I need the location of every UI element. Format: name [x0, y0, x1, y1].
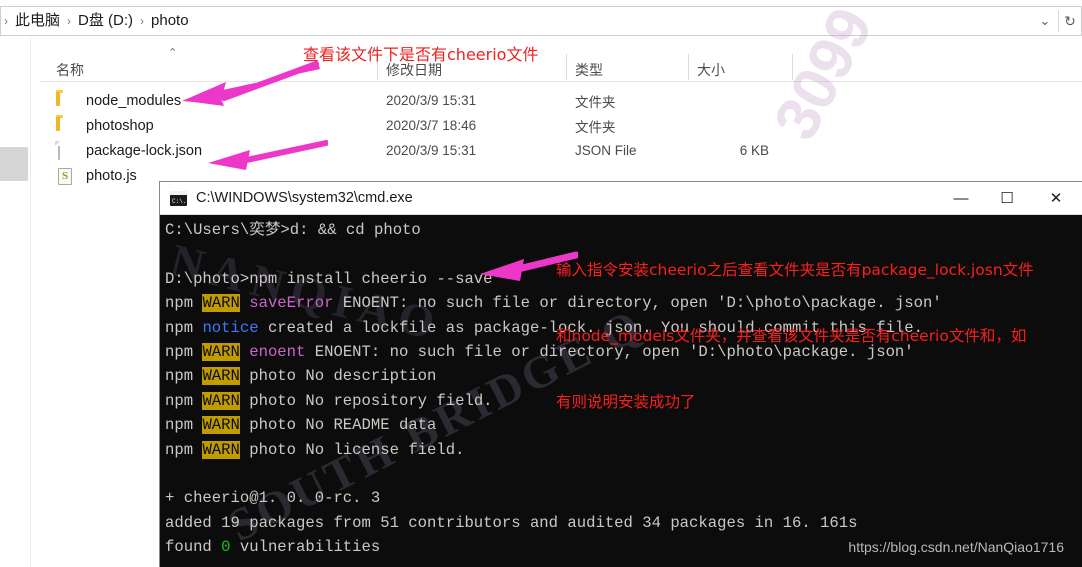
- file-type-cell: 文件夹: [575, 119, 616, 135]
- console-token-warn: WARN: [202, 391, 240, 410]
- console-token: photo No repository field.: [239, 391, 493, 410]
- console-token: photo No license field.: [239, 440, 465, 459]
- refresh-icon[interactable]: ↻: [1059, 7, 1081, 35]
- folder-icon: [56, 117, 78, 135]
- file-date-cell: 2020/3/9 15:31: [386, 143, 477, 158]
- annotation-top-note: 查看该文件下是否有cheerio文件: [303, 45, 539, 64]
- sort-ascending-caret-icon: ⌃: [168, 47, 178, 59]
- console-token: photo No description: [239, 367, 437, 386]
- address-bar[interactable]: › 此电脑 › D盘 (D:) › photo ⌄ ↻: [0, 6, 1082, 36]
- column-header-size[interactable]: 大小: [689, 50, 793, 82]
- console-token-warn: WARN: [202, 416, 240, 435]
- address-bar-right-controls: ⌄ ↻: [1032, 7, 1081, 35]
- folder-icon: [56, 92, 78, 110]
- minimize-button[interactable]: —: [938, 182, 984, 215]
- console-token-warn: WARN: [202, 294, 240, 313]
- console-token-mag: saveError: [249, 294, 334, 313]
- file-size-cell: 6 KB: [739, 143, 769, 158]
- console-token: D:\photo>npm install cheerio --save: [165, 269, 493, 288]
- column-header-size-label: 大小: [697, 62, 725, 78]
- column-divider[interactable]: [792, 54, 793, 80]
- close-button[interactable]: ✕: [1030, 182, 1082, 215]
- file-type-cell: JSON File: [575, 143, 637, 158]
- cmd-app-icon: C:\.: [170, 190, 187, 206]
- js-file-icon: S: [56, 167, 78, 185]
- console-token: npm: [165, 416, 203, 435]
- console-token: npm: [165, 294, 203, 313]
- file-name-label: photo.js: [86, 167, 137, 184]
- console-token-warn: WARN: [202, 440, 240, 459]
- console-token: added 19 packages from 51 contributors a…: [165, 513, 858, 532]
- annotation-cmd-note-line2: 和node_models文件夹，并查看该文件夹是否有cheerio文件和，如: [556, 327, 1027, 345]
- console-token-mag: enoent: [249, 343, 306, 362]
- console-line: npm WARN photo No license field.: [165, 438, 1082, 462]
- console-token: npm: [165, 367, 203, 386]
- breadcrumb[interactable]: › 此电脑 › D盘 (D:) › photo: [1, 7, 195, 35]
- nav-pane-divider: [30, 38, 31, 567]
- nav-pane-selected-block: [0, 147, 28, 181]
- cmd-title-label: C:\WINDOWS\system32\cmd.exe: [196, 190, 413, 206]
- file-name-label: photoshop: [86, 117, 154, 134]
- cmd-app-icon-text: C:\.: [172, 197, 187, 205]
- file-name-label: package-lock.json: [86, 142, 203, 159]
- file-name-cell[interactable]: photoshop: [40, 117, 378, 135]
- cmd-title-bar[interactable]: C:\. C:\WINDOWS\system32\cmd.exe — ☐ ✕: [160, 182, 1082, 215]
- console-line: added 19 packages from 51 contributors a…: [165, 511, 1082, 535]
- file-date-cell: 2020/3/9 15:31: [386, 93, 477, 108]
- column-header-underline: [40, 81, 1082, 82]
- console-token-green: 0: [221, 538, 231, 557]
- blog-url-watermark: https://blog.csdn.net/NanQiao1716: [848, 539, 1064, 555]
- console-token: + cheerio@1. 0. 0-rc. 3: [165, 489, 381, 508]
- breadcrumb-item-photo[interactable]: photo: [145, 7, 195, 35]
- console-token: C:\Users\奕梦>d: && cd photo: [165, 221, 421, 239]
- json-file-icon: [56, 140, 78, 160]
- console-token: npm: [165, 343, 203, 362]
- file-type-cell: 文件夹: [575, 94, 616, 110]
- console-token: npm: [165, 318, 203, 337]
- console-token: vulnerabilities: [230, 538, 381, 557]
- column-header-type-label: 类型: [575, 62, 603, 78]
- column-header-type[interactable]: 类型: [567, 50, 689, 82]
- annotation-cmd-note-line3: 有则说明安装成功了: [556, 393, 696, 411]
- column-header-name-label: 名称: [56, 62, 84, 78]
- table-row[interactable]: node_modules 2020/3/9 15:31 文件夹: [40, 88, 1082, 113]
- annotation-cmd-note-line1: 输入指令安装cheerio之后查看文件夹是否有package_lock.josn…: [556, 261, 1034, 279]
- chevron-down-icon[interactable]: ⌄: [1032, 7, 1058, 35]
- console-token: npm: [165, 440, 203, 459]
- file-name-cell[interactable]: package-lock.json: [40, 140, 378, 160]
- maximize-button[interactable]: ☐: [984, 182, 1030, 215]
- console-token: npm: [165, 391, 203, 410]
- console-token: photo No README data: [239, 416, 437, 435]
- column-header-row: 名称 修改日期 类型 大小: [40, 50, 1082, 82]
- console-token: [240, 343, 249, 361]
- breadcrumb-item-d-drive[interactable]: D盘 (D:): [72, 7, 139, 35]
- console-token-warn: WARN: [202, 367, 240, 386]
- window-controls: — ☐ ✕: [938, 182, 1082, 215]
- console-token: [240, 294, 249, 312]
- file-date-cell: 2020/3/7 18:46: [386, 118, 477, 133]
- console-token: found: [165, 538, 222, 557]
- breadcrumb-item-this-pc[interactable]: 此电脑: [9, 7, 66, 35]
- file-list: node_modules 2020/3/9 15:31 文件夹 photosho…: [40, 88, 1082, 188]
- file-name-label: node_modules: [86, 92, 182, 109]
- file-name-cell[interactable]: node_modules: [40, 92, 378, 110]
- annotation-cmd-note: 输入指令安装cheerio之后查看文件夹是否有package_lock.josn…: [556, 215, 1034, 435]
- console-token-warn: WARN: [202, 343, 240, 362]
- console-line: + cheerio@1. 0. 0-rc. 3: [165, 486, 1082, 510]
- table-row[interactable]: package-lock.json 2020/3/9 15:31 JSON Fi…: [40, 138, 1082, 163]
- table-row[interactable]: photoshop 2020/3/7 18:46 文件夹: [40, 113, 1082, 138]
- console-token-blue: notice: [202, 318, 259, 337]
